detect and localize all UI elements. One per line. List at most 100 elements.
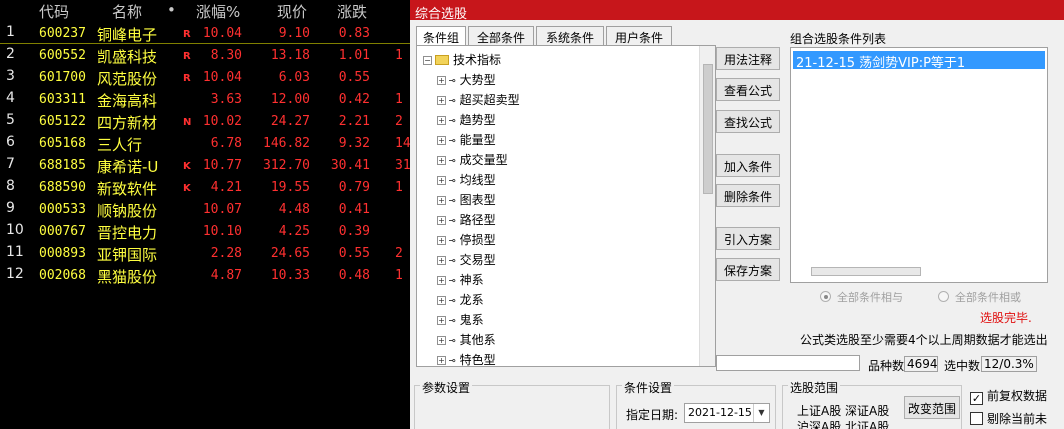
table-row[interactable]: 8 688590 新致软件 K 4.21 19.55 0.79 1: [0, 176, 410, 198]
tab-system-conditions[interactable]: 系统条件: [536, 26, 604, 46]
tree-item[interactable]: + ⊸ 神系: [437, 271, 484, 289]
header-code[interactable]: 代码: [39, 1, 69, 22]
tree-item-label: 神系: [459, 273, 484, 287]
radio-all-or[interactable]: 全部条件相或: [938, 289, 1021, 305]
tree-root[interactable]: − 技术指标: [423, 51, 501, 68]
expand-icon[interactable]: +: [437, 96, 446, 105]
expand-icon[interactable]: +: [437, 276, 446, 285]
header-price[interactable]: 现价: [277, 1, 307, 22]
view-formula-button[interactable]: 查看公式: [716, 78, 780, 101]
table-row[interactable]: 5 605122 四方新材 N 10.02 24.27 2.21 2: [0, 110, 410, 132]
table-row[interactable]: 10 000767 晋控电力 10.10 4.25 0.39: [0, 220, 410, 242]
tree-item[interactable]: + ⊸ 龙系: [437, 291, 484, 309]
remove-checkbox[interactable]: 剔除当前未: [970, 410, 1047, 427]
count-label: 品种数: [868, 359, 905, 373]
stock-code: 605122: [39, 114, 86, 129]
tree-item[interactable]: + ⊸ 其他系: [437, 331, 496, 349]
condition-list-hscroll[interactable]: [811, 267, 921, 276]
add-condition-button[interactable]: 加入条件: [716, 154, 780, 177]
tree-item[interactable]: + ⊸ 交易型: [437, 251, 496, 269]
change-amount: 2.21: [338, 114, 370, 129]
usage-button[interactable]: 用法注释: [716, 47, 780, 70]
tree-item[interactable]: + ⊸ 路径型: [437, 211, 496, 229]
dialog-title: 综合选股: [410, 0, 1064, 22]
expand-icon[interactable]: +: [437, 336, 446, 345]
table-row[interactable]: 6 605168 三人行 6.78 146.82 9.32 14: [0, 132, 410, 154]
condition-item[interactable]: 21-12-15 荡剑势VIP:P等于1: [793, 51, 1045, 71]
check-icon[interactable]: ✓: [970, 392, 983, 405]
stock-name: 晋控电力: [97, 224, 158, 242]
range-group-title: 选股范围: [788, 379, 841, 396]
collapse-icon[interactable]: −: [423, 56, 432, 65]
find-formula-button[interactable]: 查找公式: [716, 110, 780, 133]
tab-condition-group[interactable]: 条件组: [416, 26, 466, 47]
stock-name: 黑猫股份: [97, 268, 158, 286]
date-select[interactable]: 2021-12-15 ▼: [684, 403, 770, 423]
header-change[interactable]: 涨跌: [337, 1, 367, 22]
tree-item[interactable]: + ⊸ 鬼系: [437, 311, 484, 329]
change-range-button[interactable]: 改变范围: [904, 396, 960, 419]
expand-icon[interactable]: +: [437, 216, 446, 225]
table-row[interactable]: 1 600237 铜峰电子 R 10.04 9.10 0.83: [0, 22, 410, 44]
row-number: 5: [6, 112, 15, 128]
expand-icon[interactable]: +: [437, 116, 446, 125]
range-line-1: 上证A股 深证A股: [797, 404, 890, 418]
change-amount: 0.83: [338, 26, 370, 41]
tree-item[interactable]: + ⊸ 趋势型: [437, 111, 496, 129]
tree-item[interactable]: + ⊸ 停损型: [437, 231, 496, 249]
change-pct: 6.78: [210, 136, 242, 151]
stock-code: 603311: [39, 92, 86, 107]
tree-item[interactable]: + ⊸ 超买超卖型: [437, 91, 520, 109]
tree-item-label: 龙系: [459, 293, 484, 307]
stock-code: 688185: [39, 158, 86, 173]
extra-value: 14: [395, 136, 410, 151]
change-pct: 10.07: [202, 202, 242, 217]
radio-all-and[interactable]: 全部条件相与: [820, 289, 903, 305]
tab-all-conditions[interactable]: 全部条件: [468, 26, 534, 46]
table-row[interactable]: 3 601700 风范股份 R 10.04 6.03 0.55: [0, 66, 410, 88]
expand-icon[interactable]: +: [437, 156, 446, 165]
table-row[interactable]: 7 688185 康希诺-U K 10.77 312.70 30.41 31: [0, 154, 410, 176]
tab-user-conditions[interactable]: 用户条件: [606, 26, 672, 46]
tree-item[interactable]: + ⊸ 成交量型: [437, 151, 508, 169]
selected-value: 12/0.3%: [981, 356, 1037, 372]
table-row[interactable]: 11 000893 亚钾国际 2.28 24.65 0.55 2: [0, 242, 410, 264]
expand-icon[interactable]: +: [437, 176, 446, 185]
stock-price: 12.00: [270, 92, 310, 107]
expand-icon[interactable]: +: [437, 296, 446, 305]
stock-flag: R: [183, 73, 191, 84]
change-pct: 4.21: [210, 180, 242, 195]
expand-icon[interactable]: +: [437, 256, 446, 265]
adjust-checkbox[interactable]: ✓ 前复权数据: [970, 387, 1047, 405]
tree-item-label: 成交量型: [459, 153, 508, 167]
table-row[interactable]: 4 603311 金海高科 3.63 12.00 0.42 1: [0, 88, 410, 110]
tree-item[interactable]: + ⊸ 图表型: [437, 191, 496, 209]
header-name[interactable]: 名称: [112, 1, 142, 22]
condition-tree[interactable]: − 技术指标 + ⊸ 大势型 + ⊸ 超买超卖型 + ⊸ 趋势型 + ⊸ 能量型 + ⊸ 成交量型 + ⊸ 均线型 +…: [416, 45, 716, 367]
expand-icon[interactable]: +: [437, 136, 446, 145]
chevron-down-icon[interactable]: ▼: [753, 404, 769, 422]
tree-item[interactable]: + ⊸ 特色型: [437, 351, 496, 366]
expand-icon[interactable]: +: [437, 356, 446, 365]
expand-icon[interactable]: +: [437, 76, 446, 85]
tree-item[interactable]: + ⊸ 均线型: [437, 171, 496, 189]
delete-condition-button[interactable]: 删除条件: [716, 184, 780, 207]
scroll-thumb[interactable]: [703, 64, 713, 194]
condition-list[interactable]: 21-12-15 荡剑势VIP:P等于1: [790, 47, 1048, 283]
expand-icon[interactable]: +: [437, 236, 446, 245]
expand-icon[interactable]: +: [437, 196, 446, 205]
change-pct: 10.04: [202, 26, 242, 41]
import-plan-button[interactable]: 引入方案: [716, 227, 780, 250]
table-row[interactable]: 9 000533 顺钠股份 10.07 4.48 0.41: [0, 198, 410, 220]
checkbox-empty-icon[interactable]: [970, 412, 983, 425]
save-plan-button[interactable]: 保存方案: [716, 258, 780, 281]
expand-icon[interactable]: +: [437, 316, 446, 325]
table-row[interactable]: 12 002068 黑猫股份 4.87 10.33 0.48 1: [0, 264, 410, 286]
tree-item-label: 均线型: [459, 173, 496, 187]
header-change-pct[interactable]: 涨幅%: [196, 1, 240, 22]
tree-item-label: 鬼系: [459, 313, 484, 327]
tree-scrollbar[interactable]: [699, 46, 715, 366]
table-row[interactable]: 2 600552 凯盛科技 R 8.30 13.18 1.01 1: [0, 44, 410, 66]
tree-item[interactable]: + ⊸ 大势型: [437, 71, 496, 89]
tree-item[interactable]: + ⊸ 能量型: [437, 131, 496, 149]
